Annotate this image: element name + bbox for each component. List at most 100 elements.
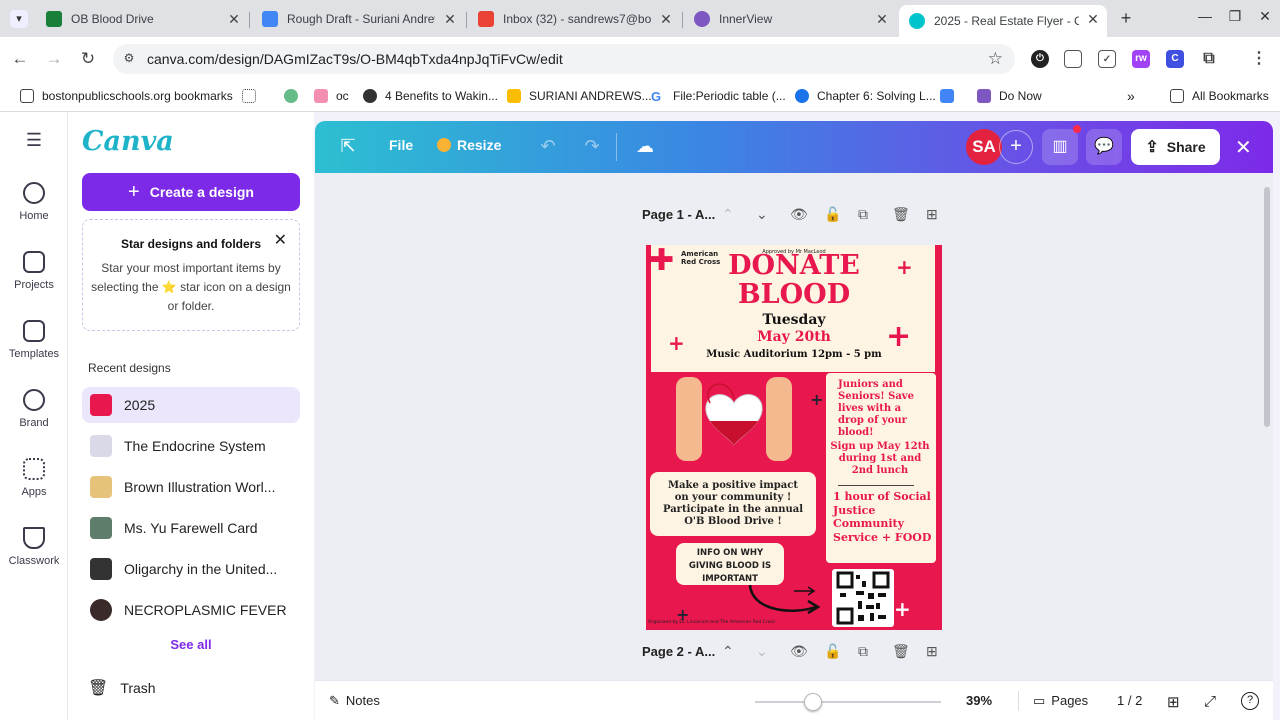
restore-icon[interactable]: ❐ — [1224, 8, 1246, 25]
add-page-icon[interactable]: ⊞ — [926, 643, 938, 660]
close-tab-icon[interactable]: ✕ — [226, 11, 242, 27]
address-bar[interactable]: ⚙ canva.com/design/DAGmIZacT9s/O-BM4qbTx… — [113, 44, 1015, 74]
lock-icon[interactable]: 🔓 — [824, 206, 841, 223]
zoom-slider-track[interactable] — [755, 701, 941, 703]
editor-top-bar: ⇱ File Resize ↶ ↷ ☁ SA + ▥ 💬 ⇪ Share ✕ — [315, 121, 1273, 173]
puzzle-extension-icon[interactable]: rw — [1132, 50, 1150, 68]
trash-link[interactable]: 🗑 Trash — [88, 678, 156, 698]
reload-icon[interactable]: ↻ — [78, 49, 98, 69]
tab-rough-draft[interactable]: Rough Draft - Suriani Andrews ✕ — [252, 5, 464, 33]
notes-button[interactable]: ✎ Notes — [329, 693, 380, 709]
shield-extension-icon[interactable] — [1064, 50, 1082, 68]
create-design-button[interactable]: + Create a design — [82, 173, 300, 211]
undo-icon[interactable]: ↶ — [537, 135, 559, 157]
add-collaborator-button[interactable]: + — [999, 130, 1033, 164]
all-bookmarks[interactable]: All Bookmarks — [1170, 87, 1269, 105]
recent-design-item[interactable]: NECROPLASMIC FEVER — [82, 592, 300, 628]
canvas-area[interactable]: Page 1 - A... ⌃ ⌄ 👁 🔓 ⧉ 🗑 ⊞ ✚ American R… — [315, 173, 1273, 720]
zoom-slider-handle[interactable] — [804, 693, 823, 711]
open-external-icon[interactable]: ⇱ — [337, 135, 359, 157]
analytics-icon[interactable]: ▥ — [1042, 129, 1078, 165]
bookmark-apps[interactable] — [242, 87, 264, 105]
fullscreen-icon[interactable]: ⤢ — [1204, 693, 1216, 710]
close-icon[interactable]: ✕ — [274, 230, 287, 250]
back-icon[interactable]: ← — [10, 49, 30, 69]
rail-classwork[interactable]: Classwork — [0, 527, 68, 567]
power-extension-icon[interactable]: ⏻ — [1031, 50, 1049, 68]
user-avatar[interactable]: SA — [966, 129, 1002, 165]
delete-page-icon[interactable]: 🗑 — [892, 643, 910, 660]
share-button[interactable]: ⇪ Share — [1131, 129, 1220, 165]
recent-design-item[interactable]: The Endocrine System — [82, 428, 300, 464]
resize-button[interactable]: Resize — [437, 137, 501, 153]
recent-design-item[interactable]: Brown Illustration Worl... — [82, 469, 300, 505]
minimize-icon[interactable]: — — [1194, 8, 1216, 24]
rail-projects[interactable]: Projects — [0, 251, 68, 291]
bookmark-star-icon[interactable]: ☆ — [988, 49, 1003, 69]
recent-design-item[interactable]: Oligarchy in the United... — [82, 551, 300, 587]
rail-templates[interactable]: Templates — [0, 320, 68, 360]
canva-logo[interactable]: Canva — [82, 126, 174, 157]
comment-icon[interactable]: 💬 — [1086, 129, 1122, 165]
tab-search-icon[interactable]: ▾ — [10, 10, 28, 28]
bookmark-do-now[interactable]: Do Now — [977, 87, 1042, 105]
close-tab-icon[interactable]: ✕ — [658, 11, 674, 27]
collapse-menu-icon[interactable]: ☰ — [0, 130, 68, 151]
notification-dot — [1073, 125, 1081, 133]
duplicate-icon[interactable]: ⧉ — [858, 643, 868, 660]
extensions-icon[interactable]: ⧉ — [1200, 50, 1218, 68]
tab-ob-blood-drive[interactable]: OB Blood Drive ✕ — [36, 5, 248, 33]
grid-view-icon[interactable]: ⊞ — [1167, 693, 1180, 711]
bookmark-suriani[interactable]: SURIANI ANDREWS... — [507, 87, 652, 105]
page-1-title[interactable]: Page 1 - A... — [642, 207, 715, 222]
bookmark-bps[interactable]: bostonpublicschools.org bookmarks — [20, 87, 233, 105]
site-info-icon[interactable]: ⚙ — [121, 51, 137, 67]
tab-inbox[interactable]: Inbox (32) - sandrews7@bost ✕ — [468, 5, 680, 33]
bookmark-circle[interactable] — [284, 87, 306, 105]
delete-page-icon[interactable]: 🗑 — [892, 206, 910, 223]
bookmark-oc[interactable]: oc — [314, 87, 349, 105]
add-page-icon[interactable]: ⊞ — [926, 206, 938, 223]
vertical-scrollbar[interactable] — [1264, 187, 1270, 427]
close-window-icon[interactable]: ✕ — [1254, 8, 1276, 25]
shield-check-extension-icon[interactable]: ✓ — [1098, 50, 1116, 68]
recent-design-item[interactable]: 2025 — [82, 387, 300, 423]
qr-code[interactable] — [832, 569, 894, 627]
menu-kebab-icon[interactable]: ⋮ — [1250, 50, 1268, 68]
rail-brand[interactable]: Brand — [0, 389, 68, 429]
pages-button[interactable]: ▭ Pages — [1033, 693, 1088, 709]
close-tab-icon[interactable]: ✕ — [442, 11, 458, 27]
rail-apps[interactable]: Apps — [0, 458, 68, 498]
tab-innerview[interactable]: InnerView ✕ — [684, 5, 896, 33]
chevron-down-icon[interactable]: ⌄ — [756, 206, 768, 223]
redo-icon[interactable]: ↷ — [581, 135, 603, 157]
close-tab-icon[interactable]: ✕ — [1085, 11, 1101, 27]
help-icon[interactable]: ? — [1241, 692, 1259, 710]
cloud-saved-icon[interactable]: ☁ — [634, 135, 656, 157]
bookmark-chapter6[interactable]: Chapter 6: Solving L... — [795, 87, 936, 105]
tab-canva-active[interactable]: 2025 - Real Estate Flyer - Canva ✕ — [899, 5, 1107, 37]
file-menu[interactable]: File — [389, 137, 413, 153]
close-editor-icon[interactable]: ✕ — [1235, 135, 1252, 160]
forward-icon[interactable]: → — [44, 49, 64, 69]
chevron-up-icon[interactable]: ⌃ — [722, 206, 734, 223]
see-all-link[interactable]: See all — [68, 637, 314, 652]
rail-home[interactable]: Home — [0, 182, 68, 222]
page-2-title[interactable]: Page 2 - A... — [642, 644, 715, 659]
bookmark-periodic[interactable]: G File:Periodic table (... — [651, 87, 786, 105]
zoom-level[interactable]: 39% — [966, 693, 992, 708]
close-tab-icon[interactable]: ✕ — [874, 11, 890, 27]
chevron-up-icon[interactable]: ⌃ — [722, 643, 734, 660]
bookmark-docs[interactable] — [940, 87, 962, 105]
duplicate-icon[interactable]: ⧉ — [858, 206, 868, 223]
bookmark-4-benefits[interactable]: 4 Benefits to Wakin... — [363, 87, 498, 105]
more-bookmarks-icon[interactable]: » — [1127, 87, 1135, 105]
recent-design-item[interactable]: Ms. Yu Farewell Card — [82, 510, 300, 546]
chevron-down-icon[interactable]: ⌄ — [756, 643, 768, 660]
c-extension-icon[interactable]: C — [1166, 50, 1184, 68]
lock-icon[interactable]: 🔓 — [824, 643, 841, 660]
hide-page-icon[interactable]: 👁 — [790, 206, 808, 223]
flyer-page[interactable]: ✚ American Red Cross Approved by Mr MacL… — [646, 245, 942, 630]
new-tab-icon[interactable]: + — [1116, 8, 1136, 28]
hide-page-icon[interactable]: 👁 — [790, 643, 808, 660]
